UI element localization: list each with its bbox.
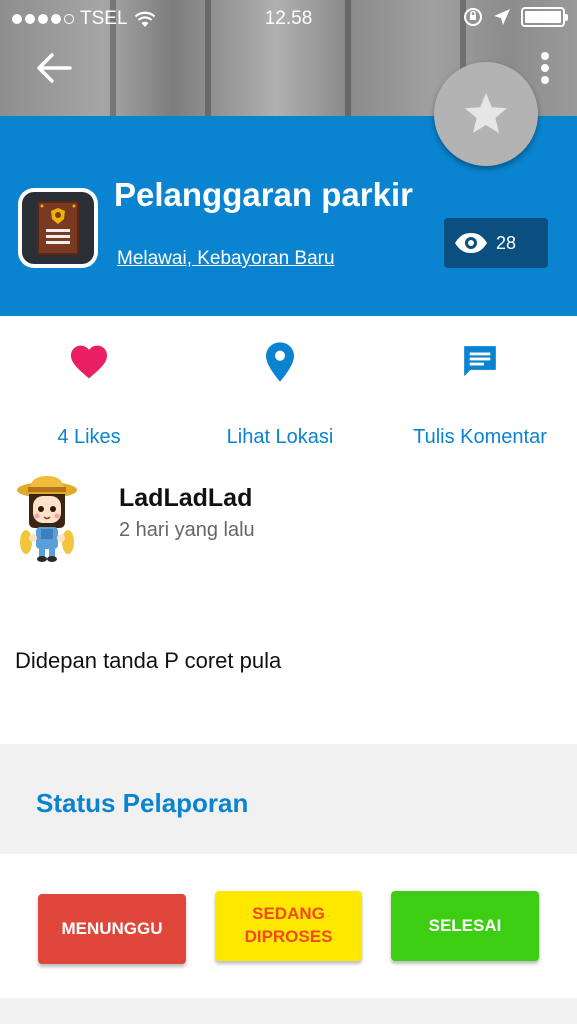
battery-icon [521,7,568,27]
status-processing-button[interactable]: SEDANG DIPROSES [215,891,362,961]
status-buttons-row: MENUNGGU SEDANG DIPROSES SELESAI [0,854,577,998]
view-location-button[interactable]: Lihat Lokasi [212,340,348,449]
status-done-button[interactable]: SELESAI [391,891,539,961]
status-waiting-label: MENUNGGU [61,918,163,938]
heart-icon [71,345,107,379]
avatar[interactable] [14,472,80,564]
report-description: Didepan tanda P coret pula [15,648,282,673]
back-button[interactable] [34,50,74,86]
views-count: 28 [496,232,517,253]
police-badge-document-icon [37,201,79,255]
favorite-button[interactable] [434,62,538,166]
status-section-header: Status Pelaporan [0,744,577,854]
farmer-avatar-icon [17,476,77,562]
status-processing-label-line2: DIPROSES [244,927,333,946]
eye-icon [455,233,487,253]
report-title: Pelanggaran parkir [114,176,413,213]
status-done-label: SELESAI [428,915,502,935]
rotation-lock-icon [464,8,482,26]
write-comment-label: Tulis Komentar [413,426,547,448]
arrow-left-icon [37,53,72,83]
likes-label: 4 Likes [57,426,121,448]
map-pin-icon [266,342,294,382]
write-comment-button[interactable]: Tulis Komentar [402,340,558,449]
category-icon [18,188,98,268]
status-section-title: Status Pelaporan [36,788,249,818]
star-icon [465,93,507,133]
comment-icon [464,346,496,377]
more-options-button[interactable] [534,48,556,88]
view-location-label: Lihat Lokasi [226,426,334,448]
views-badge: 28 [444,218,548,268]
report-location-link[interactable]: Melawai, Kebayoran Baru [117,248,335,270]
author-info: LadLadLad 2 hari yang lalu [0,470,577,570]
location-arrow-icon [494,9,510,25]
author-name[interactable]: LadLadLad [119,484,252,513]
action-bar: 4 Likes Lihat Lokasi Tulis Komentar [0,316,577,456]
status-waiting-button[interactable]: MENUNGGU [38,894,186,964]
status-bar: TSEL 12.58 [0,0,577,38]
bottom-divider [0,998,577,1024]
status-processing-label-line1: SEDANG [252,904,325,924]
post-timestamp: 2 hari yang lalu [119,519,255,541]
likes-button[interactable]: 4 Likes [30,340,148,449]
